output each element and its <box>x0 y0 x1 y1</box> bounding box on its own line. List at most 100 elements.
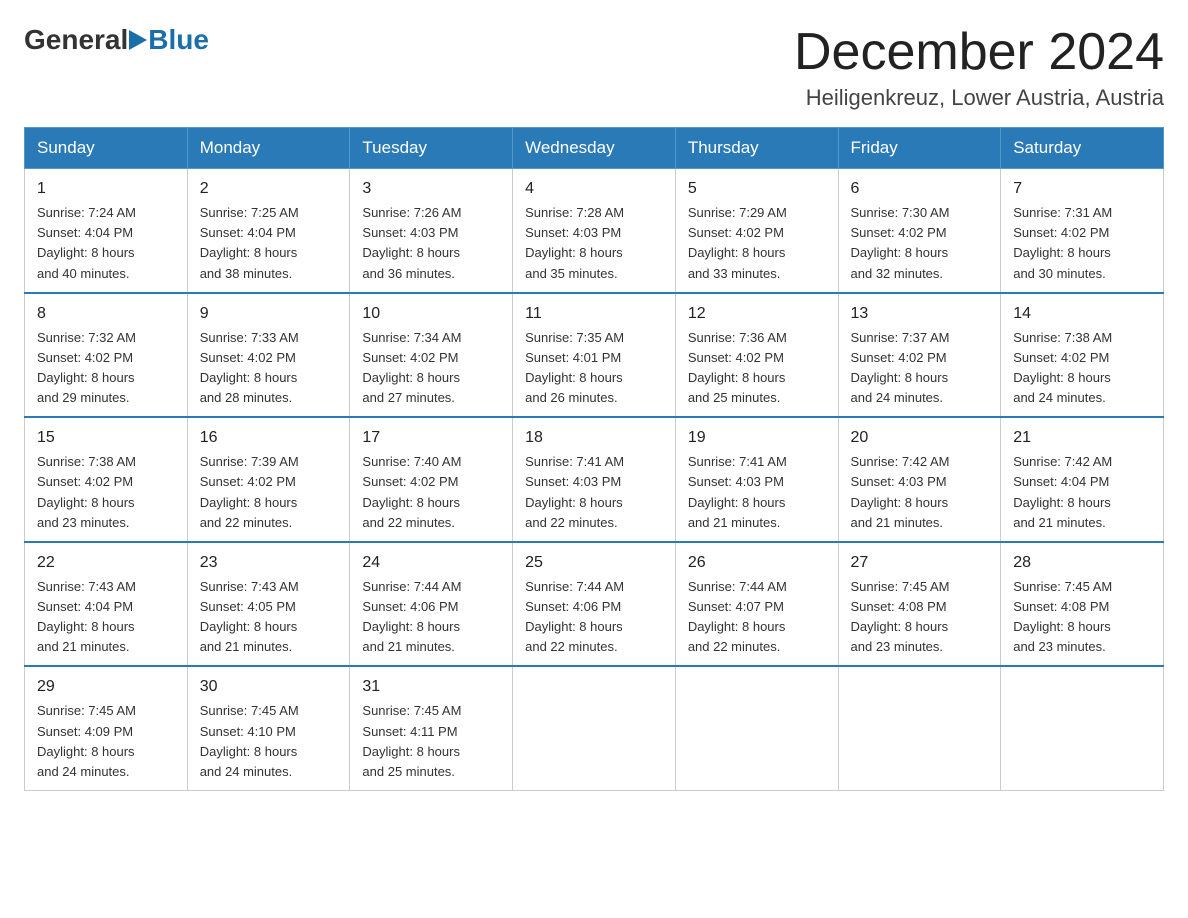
day-info: Sunrise: 7:45 AMSunset: 4:10 PMDaylight:… <box>200 701 338 782</box>
day-info: Sunrise: 7:43 AMSunset: 4:04 PMDaylight:… <box>37 577 175 658</box>
day-number: 27 <box>851 551 989 575</box>
calendar-day-cell: 16Sunrise: 7:39 AMSunset: 4:02 PMDayligh… <box>187 417 350 542</box>
calendar-day-cell: 13Sunrise: 7:37 AMSunset: 4:02 PMDayligh… <box>838 293 1001 418</box>
day-number: 15 <box>37 426 175 450</box>
calendar-week-row: 8Sunrise: 7:32 AMSunset: 4:02 PMDaylight… <box>25 293 1164 418</box>
header-saturday: Saturday <box>1001 128 1164 169</box>
calendar-week-row: 15Sunrise: 7:38 AMSunset: 4:02 PMDayligh… <box>25 417 1164 542</box>
calendar-day-cell: 7Sunrise: 7:31 AMSunset: 4:02 PMDaylight… <box>1001 169 1164 293</box>
calendar-day-cell <box>1001 666 1164 790</box>
logo-blue-text: Blue <box>148 24 209 56</box>
day-info: Sunrise: 7:39 AMSunset: 4:02 PMDaylight:… <box>200 452 338 533</box>
day-number: 22 <box>37 551 175 575</box>
day-number: 3 <box>362 177 500 201</box>
calendar-week-row: 1Sunrise: 7:24 AMSunset: 4:04 PMDaylight… <box>25 169 1164 293</box>
day-info: Sunrise: 7:36 AMSunset: 4:02 PMDaylight:… <box>688 328 826 409</box>
day-info: Sunrise: 7:44 AMSunset: 4:07 PMDaylight:… <box>688 577 826 658</box>
day-number: 11 <box>525 302 663 326</box>
day-number: 13 <box>851 302 989 326</box>
day-number: 12 <box>688 302 826 326</box>
day-info: Sunrise: 7:44 AMSunset: 4:06 PMDaylight:… <box>362 577 500 658</box>
calendar-table: Sunday Monday Tuesday Wednesday Thursday… <box>24 127 1164 791</box>
calendar-week-row: 29Sunrise: 7:45 AMSunset: 4:09 PMDayligh… <box>25 666 1164 790</box>
calendar-day-cell: 27Sunrise: 7:45 AMSunset: 4:08 PMDayligh… <box>838 542 1001 667</box>
day-info: Sunrise: 7:37 AMSunset: 4:02 PMDaylight:… <box>851 328 989 409</box>
day-number: 20 <box>851 426 989 450</box>
calendar-day-cell: 1Sunrise: 7:24 AMSunset: 4:04 PMDaylight… <box>25 169 188 293</box>
calendar-day-cell: 22Sunrise: 7:43 AMSunset: 4:04 PMDayligh… <box>25 542 188 667</box>
calendar-day-cell: 21Sunrise: 7:42 AMSunset: 4:04 PMDayligh… <box>1001 417 1164 542</box>
calendar-title-block: December 2024 Heiligenkreuz, Lower Austr… <box>794 24 1164 111</box>
header-friday: Friday <box>838 128 1001 169</box>
page-header: General Blue December 2024 Heiligenkreuz… <box>24 24 1164 111</box>
calendar-day-cell: 28Sunrise: 7:45 AMSunset: 4:08 PMDayligh… <box>1001 542 1164 667</box>
day-number: 6 <box>851 177 989 201</box>
day-number: 5 <box>688 177 826 201</box>
calendar-day-cell: 15Sunrise: 7:38 AMSunset: 4:02 PMDayligh… <box>25 417 188 542</box>
header-wednesday: Wednesday <box>513 128 676 169</box>
day-info: Sunrise: 7:44 AMSunset: 4:06 PMDaylight:… <box>525 577 663 658</box>
logo-general-text: General <box>24 24 128 56</box>
calendar-day-cell: 8Sunrise: 7:32 AMSunset: 4:02 PMDaylight… <box>25 293 188 418</box>
day-number: 18 <box>525 426 663 450</box>
day-number: 8 <box>37 302 175 326</box>
day-number: 25 <box>525 551 663 575</box>
calendar-day-cell: 12Sunrise: 7:36 AMSunset: 4:02 PMDayligh… <box>675 293 838 418</box>
day-number: 17 <box>362 426 500 450</box>
calendar-day-cell: 20Sunrise: 7:42 AMSunset: 4:03 PMDayligh… <box>838 417 1001 542</box>
day-info: Sunrise: 7:41 AMSunset: 4:03 PMDaylight:… <box>525 452 663 533</box>
logo-triangle-icon <box>129 26 147 54</box>
header-tuesday: Tuesday <box>350 128 513 169</box>
day-info: Sunrise: 7:30 AMSunset: 4:02 PMDaylight:… <box>851 203 989 284</box>
calendar-day-cell <box>675 666 838 790</box>
day-number: 14 <box>1013 302 1151 326</box>
day-info: Sunrise: 7:38 AMSunset: 4:02 PMDaylight:… <box>1013 328 1151 409</box>
day-number: 21 <box>1013 426 1151 450</box>
calendar-day-cell: 25Sunrise: 7:44 AMSunset: 4:06 PMDayligh… <box>513 542 676 667</box>
header-thursday: Thursday <box>675 128 838 169</box>
day-info: Sunrise: 7:40 AMSunset: 4:02 PMDaylight:… <box>362 452 500 533</box>
day-info: Sunrise: 7:42 AMSunset: 4:03 PMDaylight:… <box>851 452 989 533</box>
day-number: 23 <box>200 551 338 575</box>
calendar-day-cell: 2Sunrise: 7:25 AMSunset: 4:04 PMDaylight… <box>187 169 350 293</box>
calendar-day-cell: 31Sunrise: 7:45 AMSunset: 4:11 PMDayligh… <box>350 666 513 790</box>
calendar-day-cell: 26Sunrise: 7:44 AMSunset: 4:07 PMDayligh… <box>675 542 838 667</box>
calendar-location: Heiligenkreuz, Lower Austria, Austria <box>794 85 1164 111</box>
day-number: 30 <box>200 675 338 699</box>
calendar-day-cell: 5Sunrise: 7:29 AMSunset: 4:02 PMDaylight… <box>675 169 838 293</box>
day-number: 1 <box>37 177 175 201</box>
day-info: Sunrise: 7:43 AMSunset: 4:05 PMDaylight:… <box>200 577 338 658</box>
calendar-week-row: 22Sunrise: 7:43 AMSunset: 4:04 PMDayligh… <box>25 542 1164 667</box>
day-number: 7 <box>1013 177 1151 201</box>
day-info: Sunrise: 7:42 AMSunset: 4:04 PMDaylight:… <box>1013 452 1151 533</box>
day-info: Sunrise: 7:41 AMSunset: 4:03 PMDaylight:… <box>688 452 826 533</box>
calendar-day-cell: 30Sunrise: 7:45 AMSunset: 4:10 PMDayligh… <box>187 666 350 790</box>
header-sunday: Sunday <box>25 128 188 169</box>
logo: General Blue <box>24 24 209 56</box>
day-number: 4 <box>525 177 663 201</box>
calendar-day-cell: 9Sunrise: 7:33 AMSunset: 4:02 PMDaylight… <box>187 293 350 418</box>
day-info: Sunrise: 7:34 AMSunset: 4:02 PMDaylight:… <box>362 328 500 409</box>
day-info: Sunrise: 7:35 AMSunset: 4:01 PMDaylight:… <box>525 328 663 409</box>
day-info: Sunrise: 7:31 AMSunset: 4:02 PMDaylight:… <box>1013 203 1151 284</box>
day-info: Sunrise: 7:32 AMSunset: 4:02 PMDaylight:… <box>37 328 175 409</box>
calendar-day-cell: 23Sunrise: 7:43 AMSunset: 4:05 PMDayligh… <box>187 542 350 667</box>
day-info: Sunrise: 7:33 AMSunset: 4:02 PMDaylight:… <box>200 328 338 409</box>
day-number: 2 <box>200 177 338 201</box>
calendar-day-cell: 24Sunrise: 7:44 AMSunset: 4:06 PMDayligh… <box>350 542 513 667</box>
calendar-header-row: Sunday Monday Tuesday Wednesday Thursday… <box>25 128 1164 169</box>
day-info: Sunrise: 7:24 AMSunset: 4:04 PMDaylight:… <box>37 203 175 284</box>
calendar-day-cell: 3Sunrise: 7:26 AMSunset: 4:03 PMDaylight… <box>350 169 513 293</box>
day-number: 9 <box>200 302 338 326</box>
calendar-day-cell: 17Sunrise: 7:40 AMSunset: 4:02 PMDayligh… <box>350 417 513 542</box>
day-info: Sunrise: 7:38 AMSunset: 4:02 PMDaylight:… <box>37 452 175 533</box>
calendar-day-cell: 10Sunrise: 7:34 AMSunset: 4:02 PMDayligh… <box>350 293 513 418</box>
day-info: Sunrise: 7:28 AMSunset: 4:03 PMDaylight:… <box>525 203 663 284</box>
calendar-day-cell: 11Sunrise: 7:35 AMSunset: 4:01 PMDayligh… <box>513 293 676 418</box>
calendar-day-cell <box>838 666 1001 790</box>
day-number: 29 <box>37 675 175 699</box>
day-info: Sunrise: 7:25 AMSunset: 4:04 PMDaylight:… <box>200 203 338 284</box>
day-number: 28 <box>1013 551 1151 575</box>
day-info: Sunrise: 7:45 AMSunset: 4:09 PMDaylight:… <box>37 701 175 782</box>
day-number: 19 <box>688 426 826 450</box>
